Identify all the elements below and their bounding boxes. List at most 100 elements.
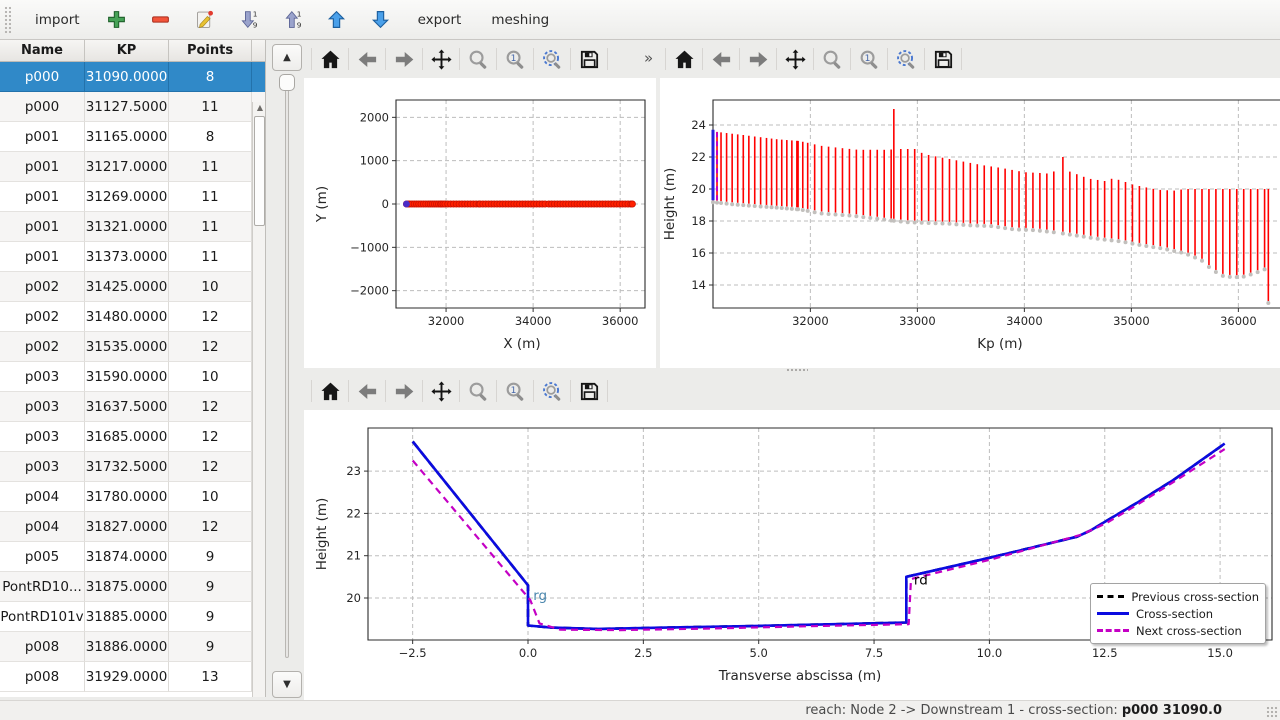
toolbar-overflow-chevron[interactable]: »	[638, 49, 659, 67]
zoom-extent-button[interactable]	[537, 44, 567, 74]
table-row[interactable]: p00831929.000013	[0, 662, 265, 692]
table-row[interactable]: p00131165.00008	[0, 122, 265, 152]
pan-button[interactable]	[426, 376, 456, 406]
move-down-button[interactable]	[366, 5, 396, 35]
table-row[interactable]: p00231480.000012	[0, 302, 265, 332]
table-scrollbar[interactable]: ▲ ▼	[252, 102, 266, 697]
svg-text:2000: 2000	[360, 110, 389, 124]
table-row[interactable]: p00031090.00008	[0, 62, 265, 92]
svg-text:Height (m): Height (m)	[314, 498, 330, 571]
svg-text:1: 1	[510, 385, 516, 395]
next-section-button[interactable]: ▼	[272, 671, 302, 698]
table-row[interactable]: PontRD101v31885.00009	[0, 602, 265, 632]
resize-grip-icon[interactable]	[1266, 706, 1278, 718]
zoom-extent-button[interactable]	[537, 376, 567, 406]
forward-button[interactable]	[743, 44, 773, 74]
table-row[interactable]: p00131217.000011	[0, 152, 265, 182]
zoom-one-button[interactable]: 1	[854, 44, 884, 74]
toolbar-separator	[348, 380, 349, 402]
cross-section-plot[interactable]: −2.50.02.55.07.510.012.515.020212223Tran…	[304, 410, 1280, 700]
home-button[interactable]	[315, 376, 345, 406]
long-profile-plot[interactable]: 3200033000340003500036000141618202224Kp …	[660, 78, 1280, 368]
zoom-icon	[821, 48, 844, 71]
sort-descending-button[interactable]: 19	[234, 5, 264, 35]
cell-points: 8	[169, 62, 252, 92]
section-slider-thumb[interactable]	[279, 74, 295, 91]
splitter-handle[interactable]	[786, 368, 808, 373]
toolbar-separator	[496, 48, 497, 70]
export-button[interactable]: export	[410, 6, 470, 34]
meshing-button[interactable]: meshing	[483, 6, 557, 34]
pan-button[interactable]	[780, 44, 810, 74]
add-cross-section-button[interactable]	[102, 5, 132, 35]
plan-view-plot[interactable]: 320003400036000200010000−1000−2000X (m)Y…	[304, 78, 656, 368]
save-button[interactable]	[574, 376, 604, 406]
table-row[interactable]: p00331637.500012	[0, 392, 265, 422]
table-row[interactable]: p00031127.500011	[0, 92, 265, 122]
table-row[interactable]: p00131269.000011	[0, 182, 265, 212]
forward-button[interactable]	[389, 44, 419, 74]
table-row[interactable]: p00231535.000012	[0, 332, 265, 362]
forward-button[interactable]	[389, 376, 419, 406]
table-row[interactable]: p00431827.000012	[0, 512, 265, 542]
zoom-button[interactable]	[463, 376, 493, 406]
back-button[interactable]	[352, 376, 382, 406]
table-row[interactable]: p00231425.000010	[0, 272, 265, 302]
cell-name: p001	[0, 242, 85, 272]
table-row[interactable]: p00331685.000012	[0, 422, 265, 452]
table-row[interactable]: p00131321.000011	[0, 212, 265, 242]
move-up-button[interactable]	[322, 5, 352, 35]
svg-text:15.0: 15.0	[1207, 646, 1233, 660]
scroll-up-icon[interactable]: ▲	[253, 102, 266, 114]
cell-points: 11	[169, 242, 252, 272]
back-button[interactable]	[352, 44, 382, 74]
table-row[interactable]: PontRD10...31875.00009	[0, 572, 265, 602]
toolbar-separator	[887, 48, 888, 70]
cross-section-figure: −2.50.02.55.07.510.012.515.020212223Tran…	[304, 410, 1280, 700]
svg-text:24: 24	[691, 118, 706, 132]
svg-text:20: 20	[691, 182, 706, 196]
edit-icon	[194, 9, 215, 30]
table-row[interactable]: p00431780.000010	[0, 482, 265, 512]
save-button[interactable]	[574, 44, 604, 74]
edit-cross-section-button[interactable]	[190, 5, 220, 35]
move-up-icon	[326, 9, 347, 30]
sort-ascending-button[interactable]: 19	[278, 5, 308, 35]
cell-kp: 31590.0000	[85, 362, 169, 392]
column-header-kp[interactable]: KP	[85, 40, 169, 61]
column-header-points[interactable]: Points	[169, 40, 252, 61]
cell-kp: 31127.5000	[85, 92, 169, 122]
home-button[interactable]	[669, 44, 699, 74]
table-row[interactable]: p00531874.00009	[0, 542, 265, 572]
table-row[interactable]: p00331732.500012	[0, 452, 265, 482]
cell-name: p001	[0, 152, 85, 182]
toolbar-separator	[570, 48, 571, 70]
svg-text:20: 20	[346, 591, 361, 605]
import-button[interactable]: import	[27, 6, 88, 34]
table-row[interactable]: p00331590.000010	[0, 362, 265, 392]
zoom-one-button[interactable]: 1	[500, 376, 530, 406]
svg-text:1: 1	[510, 53, 516, 63]
previous-section-button[interactable]: ▲	[272, 44, 302, 71]
table-row[interactable]: p00131373.000011	[0, 242, 265, 272]
scrollbar-thumb[interactable]	[254, 116, 265, 226]
cell-points: 12	[169, 512, 252, 542]
zoom-button[interactable]	[463, 44, 493, 74]
zoom-one-button[interactable]: 1	[500, 44, 530, 74]
section-slider-track[interactable]	[285, 78, 289, 658]
cell-points: 9	[169, 602, 252, 632]
pan-button[interactable]	[426, 44, 456, 74]
home-button[interactable]	[315, 44, 345, 74]
zoom-one-icon: 1	[504, 380, 527, 403]
save-button[interactable]	[928, 44, 958, 74]
toolbar-drag-handle[interactable]	[4, 6, 11, 34]
zoom-button[interactable]	[817, 44, 847, 74]
zoom-extent-button[interactable]	[891, 44, 921, 74]
back-button[interactable]	[706, 44, 736, 74]
toolbar-separator	[739, 48, 740, 70]
legend-line-sample	[1097, 629, 1129, 632]
cell-points: 12	[169, 422, 252, 452]
column-header-name[interactable]: Name	[0, 40, 85, 61]
remove-cross-section-button[interactable]	[146, 5, 176, 35]
table-row[interactable]: p00831886.00009	[0, 632, 265, 662]
